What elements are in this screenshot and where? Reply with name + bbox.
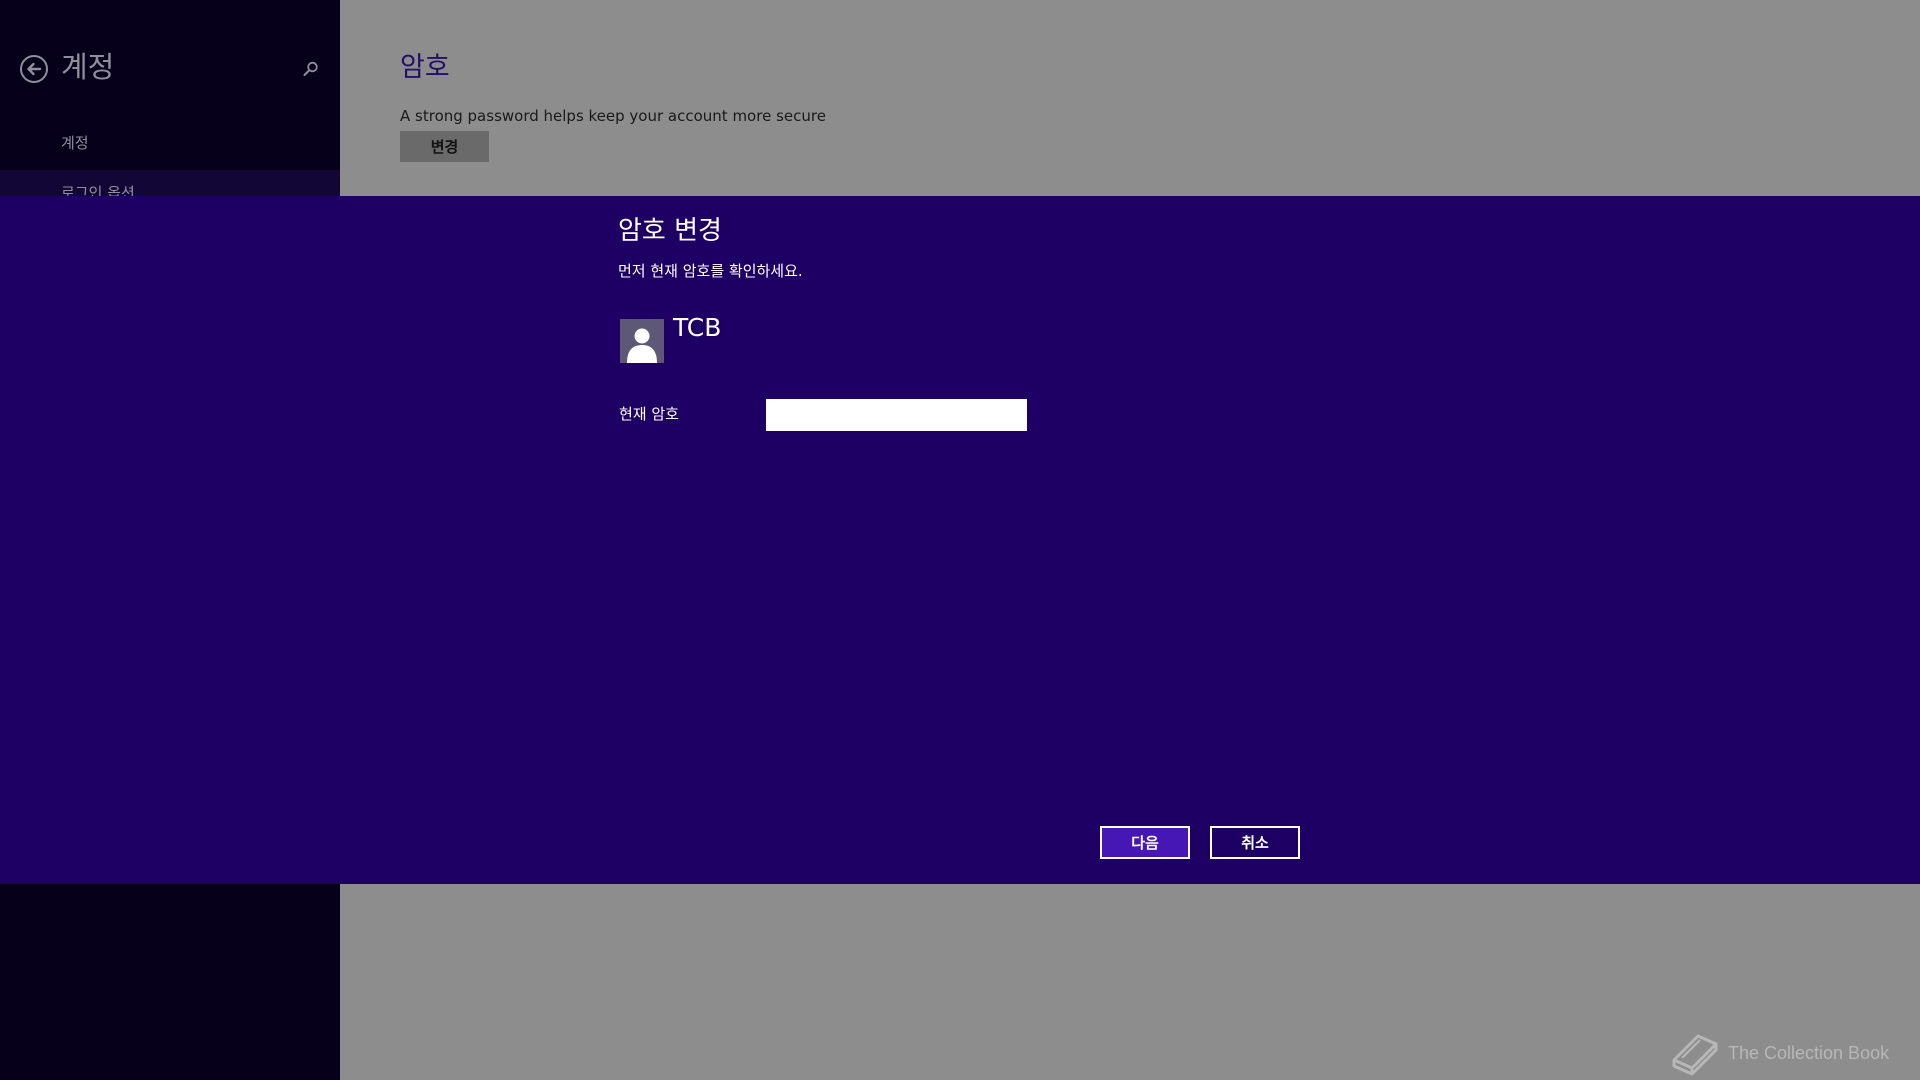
password-section-description: A strong password helps keep your accoun…: [400, 107, 826, 125]
back-button[interactable]: [20, 55, 48, 83]
settings-screen: 계정 계정 로그인 옵션 암호 A strong password helps …: [0, 0, 1920, 1080]
next-button[interactable]: 다음: [1100, 826, 1190, 859]
search-icon: [303, 61, 318, 76]
change-password-button[interactable]: 변경: [400, 131, 489, 162]
back-arrow-icon: [27, 62, 42, 76]
sidebar-item-accounts[interactable]: 계정: [0, 130, 340, 168]
current-password-input[interactable]: [766, 399, 1027, 431]
change-password-dialog: 암호 변경 먼저 현재 암호를 확인하세요. TCB 현재 암호 다음 취소: [0, 196, 1920, 884]
search-button[interactable]: [302, 60, 320, 78]
dialog-title: 암호 변경: [618, 216, 722, 246]
user-name: TCB: [673, 313, 722, 342]
sidebar-item-sign-in-options[interactable]: 로그인 옵션: [0, 170, 340, 196]
current-password-label: 현재 암호: [619, 405, 679, 423]
cancel-button[interactable]: 취소: [1210, 826, 1300, 859]
watermark-text: The Collection Book: [1728, 1042, 1890, 1063]
user-avatar: [620, 319, 664, 363]
password-section-title: 암호: [400, 52, 450, 83]
user-avatar-icon: [627, 328, 657, 363]
book-icon: [1672, 1034, 1718, 1076]
sidebar-title: 계정: [61, 50, 115, 84]
watermark: The Collection Book: [1668, 1030, 1889, 1076]
dialog-subtitle: 먼저 현재 암호를 확인하세요.: [618, 262, 803, 280]
